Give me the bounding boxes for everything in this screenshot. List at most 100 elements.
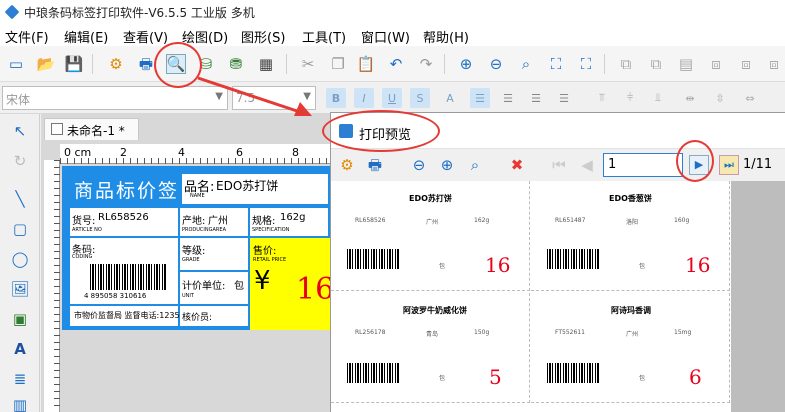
prev-page-icon[interactable]: ◀ <box>577 155 597 175</box>
zoom-out-icon[interactable]: ⊖ <box>409 155 429 175</box>
close-preview-icon[interactable]: ✖ <box>507 155 527 175</box>
grade-cell: 等级: GRADE <box>180 238 248 270</box>
strikethrough-icon[interactable]: S <box>410 88 430 108</box>
preview-label-name: 阿波罗牛奶威化饼 <box>403 306 467 315</box>
draw-line-icon[interactable]: ╲ <box>9 188 31 210</box>
menu-window[interactable]: 窗口(W) <box>361 27 410 46</box>
actual-size-icon[interactable]: ⛶ <box>576 54 596 74</box>
text-color-icon[interactable]: A <box>440 88 460 108</box>
menu-help[interactable]: 帮助(H) <box>423 27 469 46</box>
distribute-v-icon[interactable]: ⇳ <box>710 88 730 108</box>
same-width-icon[interactable]: ⇔ <box>740 88 760 108</box>
menu-view[interactable]: 查看(V) <box>123 27 168 46</box>
cut-icon[interactable]: ✂ <box>298 54 318 74</box>
font-size-select[interactable]: 7.5 ▼ <box>232 86 316 110</box>
ungroup-icon[interactable]: ⧉ <box>646 54 666 74</box>
origin-cell: 产地: 广州 PRODUCINGAREA <box>180 208 248 236</box>
redo-icon[interactable]: ↷ <box>416 54 436 74</box>
new-document-icon[interactable]: ▭ <box>6 54 26 74</box>
preview-label-unit: 包 <box>439 263 446 270</box>
settings-gear-icon[interactable]: ⚙ <box>337 155 357 175</box>
preview-label-price: 16 <box>485 253 511 277</box>
zoom-fit-icon[interactable]: ⌕ <box>516 54 536 74</box>
first-page-icon[interactable]: ⏮ <box>549 155 569 175</box>
preview-barcode <box>547 249 599 269</box>
app-logo-icon <box>4 4 20 20</box>
copy-icon[interactable]: ❐ <box>328 54 348 74</box>
menu-draw[interactable]: 绘图(D) <box>182 27 228 46</box>
save-icon[interactable]: 💾 <box>64 54 84 74</box>
print-preview-window: 打印预览 ⚙ 🖶 ⊖ ⊕ ⌕ ✖ ⏮ ◀ 1 ▶ ⏭ 1/11 EDO苏打饼 R… <box>330 112 785 412</box>
format-toolbar: 宋体 ▼ 7.5 ▼ B I U S A ☰ ☰ ☰ ☰ ⫪ ⫩ ⫫ ⇹ ⇳ ⇔ <box>0 82 785 114</box>
align-top-icon[interactable]: ⫪ <box>592 88 612 108</box>
print-icon[interactable]: 🖶 <box>365 155 385 175</box>
database-settings-icon[interactable]: ⛃ <box>226 54 246 74</box>
group-icon[interactable]: ⧉ <box>616 54 636 74</box>
grid-icon[interactable]: ▦ <box>256 54 276 74</box>
settings-gear-icon[interactable]: ⚙ <box>106 54 126 74</box>
menu-tools[interactable]: 工具(T) <box>302 27 346 46</box>
zoom-in-icon[interactable]: ⊕ <box>456 54 476 74</box>
send-back-icon[interactable]: ⧈ <box>736 54 756 74</box>
insert-text-icon[interactable]: A <box>9 338 31 360</box>
insert-barcode-icon[interactable]: ▥ <box>9 394 31 412</box>
menu-shape[interactable]: 图形(S) <box>241 27 285 46</box>
toolbar-separator <box>604 54 605 74</box>
preview-label: 阿诗玛香调 FT552611 广州 15mg 包 6 <box>531 293 730 403</box>
preview-label-spec: 150g <box>474 329 490 336</box>
draw-ellipse-icon[interactable]: ◯ <box>9 248 31 270</box>
bold-button[interactable]: B <box>326 88 346 108</box>
italic-button[interactable]: I <box>354 88 374 108</box>
horizontal-ruler: 0 cm 2 4 6 8 <box>60 144 330 164</box>
align-right-icon[interactable]: ☰ <box>526 88 546 108</box>
left-tool-panel: ↖ ↻ ╲ ▢ ◯ 🖼 ▣ A ≣ ▥ <box>0 114 40 412</box>
highlight-circle <box>322 110 440 152</box>
spec-caption: 规格: <box>252 216 276 227</box>
underline-button[interactable]: U <box>382 88 402 108</box>
menu-edit[interactable]: 编辑(E) <box>64 27 108 46</box>
font-name-select[interactable]: 宋体 ▼ <box>2 86 228 110</box>
align-center-icon[interactable]: ☰ <box>498 88 518 108</box>
menu-file[interactable]: 文件(F) <box>5 27 49 46</box>
align-left-icon[interactable]: ☰ <box>470 88 490 108</box>
paste-icon[interactable]: 📋 <box>356 54 376 74</box>
document-tab[interactable]: 未命名-1 * <box>44 118 139 140</box>
undo-icon[interactable]: ↶ <box>386 54 406 74</box>
lock-icon[interactable]: ⧈ <box>764 54 784 74</box>
price-label-design[interactable]: 商品标价签 品名: EDO苏打饼 NAME 货号: RL658526 ARTIC… <box>62 166 334 330</box>
insert-picture-icon[interactable]: ▣ <box>9 308 31 330</box>
justify-icon[interactable]: ☰ <box>554 88 574 108</box>
preview-label-origin: 青岛 <box>426 331 439 338</box>
grade-caption: 等级: <box>182 246 206 257</box>
title-bar: 中琅条码标签打印软件-V6.5.5 工业版 多机 <box>0 0 785 24</box>
name-cell: 品名: EDO苏打饼 NAME <box>182 174 328 204</box>
select-pointer-icon[interactable]: ↖ <box>9 120 31 142</box>
open-folder-icon[interactable]: 📂 <box>36 54 56 74</box>
menu-bar: 文件(F) 编辑(E) 查看(V) 绘图(D) 图形(S) 工具(T) 窗口(W… <box>0 24 785 46</box>
draw-rect-icon[interactable]: ▢ <box>9 218 31 240</box>
barcode-caption-en: CODING <box>72 254 93 260</box>
preview-barcode <box>347 249 399 269</box>
unit-cell: 计价单位: 包 UNIT <box>180 272 248 304</box>
distribute-h-icon[interactable]: ⇹ <box>680 88 700 108</box>
origin-value: 广州 <box>208 216 228 227</box>
rotate-icon[interactable]: ↻ <box>9 150 31 172</box>
preview-label-code: FT552611 <box>555 329 585 336</box>
insert-richtext-icon[interactable]: ≣ <box>9 368 31 390</box>
insert-image-icon[interactable]: 🖼 <box>9 278 31 300</box>
page-number-input[interactable]: 1 <box>603 153 683 177</box>
align-bottom-icon[interactable]: ⫫ <box>648 88 668 108</box>
preview-label-code: RL658526 <box>355 217 386 224</box>
preview-label: EDO香葱饼 RL651487 洛阳 160g 包 16 <box>531 181 730 291</box>
price-caption-en: RETAIL PRICE <box>253 257 287 263</box>
zoom-fit-icon[interactable]: ⌕ <box>465 155 485 175</box>
print-icon[interactable]: 🖶 <box>136 54 156 74</box>
align-icon[interactable]: ▤ <box>676 54 696 74</box>
zoom-out-icon[interactable]: ⊖ <box>486 54 506 74</box>
bring-front-icon[interactable]: ⧈ <box>706 54 726 74</box>
preview-label-unit: 包 <box>439 375 446 382</box>
align-middle-icon[interactable]: ⫩ <box>620 88 640 108</box>
zoom-in-icon[interactable]: ⊕ <box>437 155 457 175</box>
fit-page-icon[interactable]: ⛶ <box>546 54 566 74</box>
last-page-icon[interactable]: ⏭ <box>719 155 739 175</box>
